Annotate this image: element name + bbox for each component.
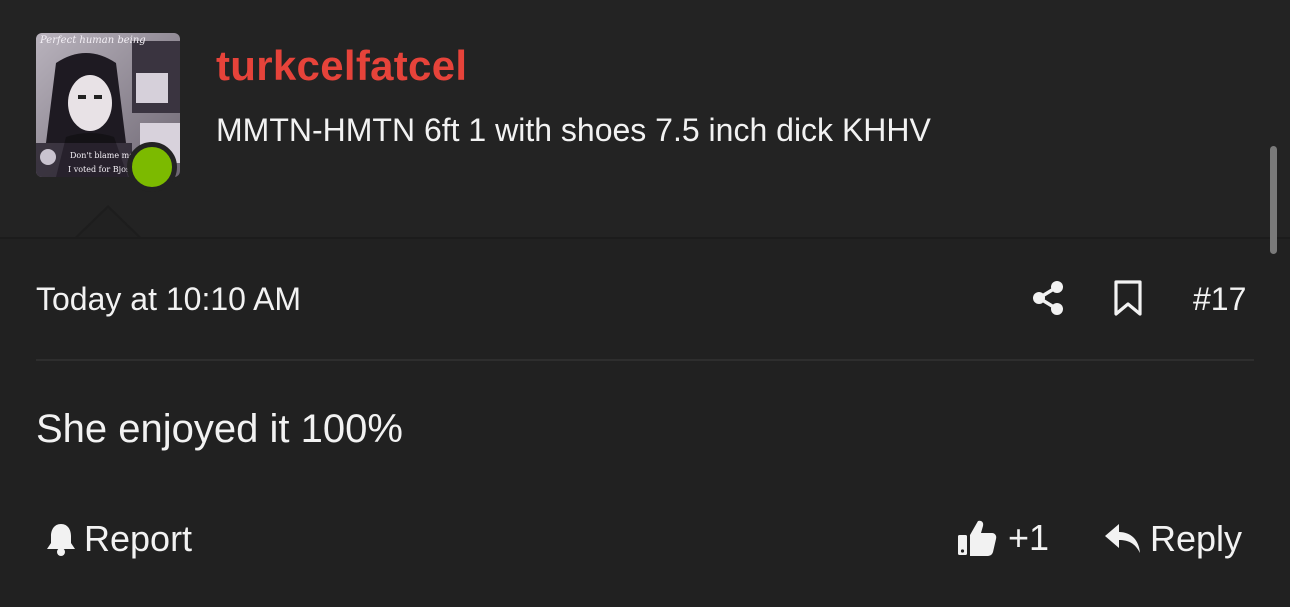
bell-icon (47, 524, 75, 556)
report-label: Report (84, 518, 193, 559)
scrollbar-thumb[interactable] (1270, 146, 1277, 254)
bookmark-icon (1114, 280, 1142, 316)
avatar-caption-top: Perfect human being (40, 35, 146, 46)
avatar-caption-bottom-2: I voted for Bjose (68, 165, 135, 174)
post-body: Today at 10:10 AM #17 She enjoyed it 100… (0, 239, 1290, 607)
user-header: Perfect human being Don't blame me, I vo… (0, 0, 1290, 239)
message-caret-fill (76, 208, 140, 239)
user-title: MMTN-HMTN 6ft 1 with shoes 7.5 inch dick… (216, 112, 931, 148)
reply-label: Reply (1150, 518, 1243, 559)
like-button[interactable]: +1 (956, 515, 1049, 561)
like-count: +1 (1008, 517, 1050, 558)
post-timestamp[interactable]: Today at 10:10 AM (36, 281, 301, 318)
meta-divider (36, 359, 1254, 361)
post-page: Perfect human being Don't blame me, I vo… (0, 0, 1290, 607)
share-button[interactable] (1030, 280, 1066, 316)
reply-button[interactable]: Reply (1104, 517, 1242, 561)
share-icon (1033, 281, 1063, 315)
thumbs-up-icon (958, 520, 997, 556)
bookmark-button[interactable] (1112, 279, 1144, 317)
post-number-link[interactable]: #17 (1193, 281, 1246, 318)
avatar-caption-bottom-1: Don't blame me, (70, 151, 137, 160)
post-message: She enjoyed it 100% (36, 407, 403, 451)
report-button[interactable]: Report (44, 517, 192, 561)
online-status-indicator (127, 142, 177, 192)
username-link[interactable]: turkcelfatcel (216, 42, 467, 90)
reply-arrow-icon (1105, 524, 1140, 553)
